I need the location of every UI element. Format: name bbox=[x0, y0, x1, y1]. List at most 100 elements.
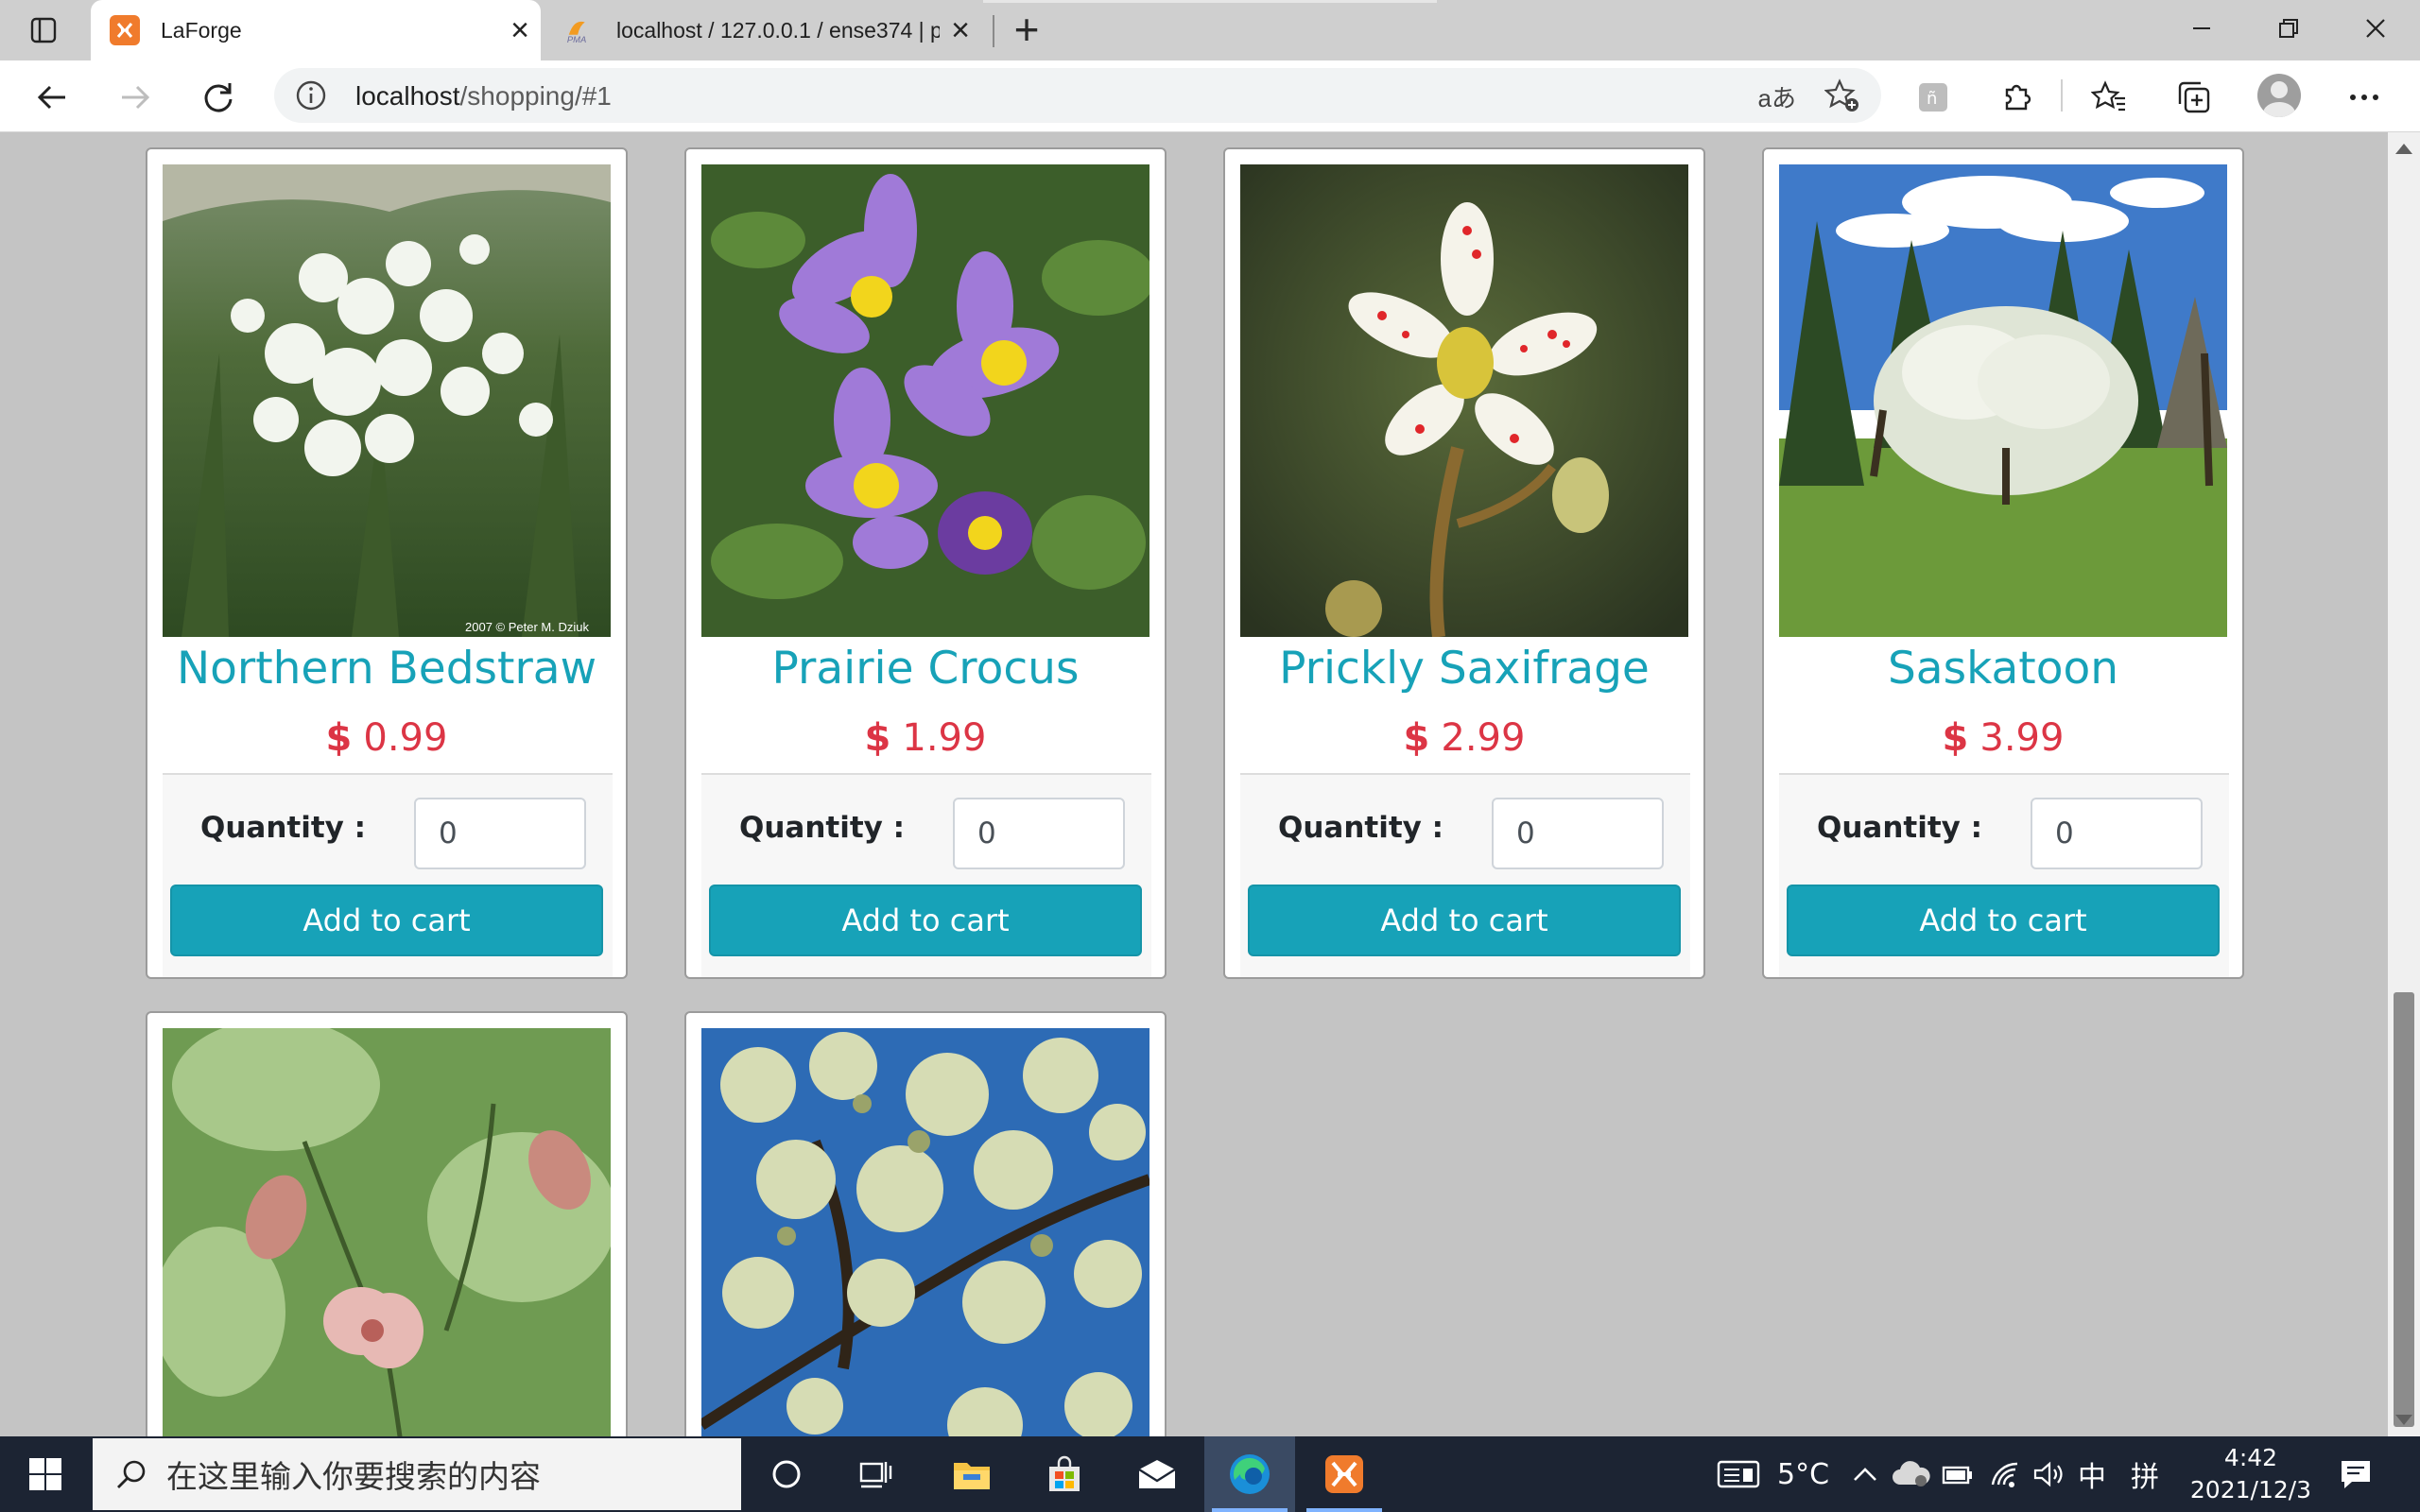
settings-more-button[interactable] bbox=[2341, 74, 2388, 121]
windows-logo-icon bbox=[29, 1458, 61, 1490]
site-info-icon[interactable] bbox=[295, 79, 327, 116]
clock-date: 2021/12/3 bbox=[2189, 1476, 2312, 1503]
product-name: Prairie Crocus bbox=[771, 643, 1080, 695]
scrollbar-thumb[interactable] bbox=[2394, 992, 2414, 1427]
battery-icon[interactable] bbox=[1942, 1436, 1974, 1512]
tab-divider bbox=[993, 15, 994, 47]
restore-button[interactable] bbox=[2246, 0, 2331, 57]
cortana-button[interactable] bbox=[741, 1436, 832, 1512]
currency-symbol: $ bbox=[864, 716, 891, 760]
reload-button[interactable] bbox=[195, 74, 242, 121]
extensions-button[interactable] bbox=[1993, 74, 2040, 121]
product-card: Saskatoon $3.99 Quantity : 0 Add to cart bbox=[1762, 147, 2244, 979]
add-to-cart-button[interactable]: Add to cart bbox=[1787, 885, 2220, 956]
product-image-prairie-crocus bbox=[701, 164, 1150, 637]
volume-icon[interactable] bbox=[2032, 1436, 2066, 1512]
ime-language-indicator[interactable]: 中 bbox=[2078, 1436, 2106, 1512]
product-name: Saskatoon bbox=[1887, 643, 2119, 695]
mail-button[interactable] bbox=[1112, 1436, 1202, 1512]
xampp-button[interactable] bbox=[1299, 1436, 1390, 1512]
store-bag-icon bbox=[1049, 1455, 1080, 1491]
xampp-icon bbox=[1325, 1455, 1363, 1493]
product-card: Prickly Saxifrage $2.99 Quantity : 0 Add… bbox=[1223, 147, 1705, 979]
onedrive-cloud-icon[interactable] bbox=[1893, 1436, 1930, 1512]
product-image-wolf-willow bbox=[701, 1028, 1150, 1436]
favorites-button[interactable] bbox=[2085, 74, 2133, 121]
file-explorer-button[interactable] bbox=[926, 1436, 1017, 1512]
product-price: $0.99 bbox=[147, 716, 626, 760]
currency-symbol: $ bbox=[1403, 716, 1430, 760]
windows-taskbar: 在这里输入你要搜索的内容 5°C 中 拼 4:42 2021/12/3 bbox=[0, 1436, 2420, 1512]
collections-button[interactable] bbox=[2170, 74, 2218, 121]
forward-button[interactable] bbox=[112, 74, 159, 121]
tab-title: localhost / 127.0.0.1 / ense374 | p bbox=[616, 17, 940, 43]
read-aloud-icon[interactable]: aあ bbox=[1758, 79, 1796, 114]
quantity-input[interactable]: 0 bbox=[953, 798, 1125, 869]
microsoft-store-button[interactable] bbox=[1019, 1436, 1110, 1512]
quantity-input[interactable]: 0 bbox=[2031, 798, 2203, 869]
price-value: 0.99 bbox=[363, 716, 448, 760]
xampp-favicon-icon bbox=[110, 15, 140, 45]
profile-avatar[interactable] bbox=[2257, 74, 2301, 117]
quantity-input[interactable]: 0 bbox=[414, 798, 586, 869]
start-button[interactable] bbox=[0, 1436, 91, 1512]
taskbar-search-box[interactable]: 在这里输入你要搜索的内容 bbox=[93, 1438, 741, 1510]
tab-laforge[interactable]: LaForge × bbox=[91, 0, 541, 60]
add-to-cart-button[interactable]: Add to cart bbox=[1248, 885, 1681, 956]
image-credit: 2007 © Peter M. Dziuk bbox=[465, 620, 589, 634]
news-widget-icon[interactable] bbox=[1717, 1436, 1760, 1512]
puzzle-icon bbox=[2005, 84, 2031, 111]
new-tab-button[interactable]: + bbox=[1002, 8, 1051, 53]
ime-mode-indicator[interactable]: 拼 bbox=[2131, 1436, 2159, 1512]
product-image-prickly-saxifrage bbox=[1240, 164, 1688, 637]
close-tab-icon[interactable]: × bbox=[499, 14, 541, 46]
wifi-icon[interactable] bbox=[1989, 1436, 2021, 1512]
product-price: $2.99 bbox=[1225, 716, 1703, 760]
add-favorite-icon[interactable] bbox=[1824, 77, 1860, 118]
arrow-right-icon bbox=[122, 85, 150, 110]
svg-text:PMA: PMA bbox=[567, 34, 586, 44]
weather-text[interactable]: 5°C bbox=[1777, 1436, 1829, 1512]
tab-actions-icon bbox=[30, 17, 57, 43]
product-card bbox=[146, 1011, 628, 1436]
page-viewport: 2007 © Peter M. Dziuk Northern Bedstraw … bbox=[0, 132, 2388, 1436]
product-image-saskatoon bbox=[1779, 164, 2227, 637]
quantity-label: Quantity : bbox=[1278, 811, 1444, 845]
scroll-down-icon[interactable] bbox=[2395, 1415, 2412, 1425]
collections-icon bbox=[2178, 81, 2210, 113]
phpmyadmin-favicon-icon: PMA bbox=[565, 15, 596, 45]
taskbar-clock[interactable]: 4:42 2021/12/3 bbox=[2170, 1442, 2331, 1506]
show-hidden-icons-icon[interactable] bbox=[1853, 1436, 1877, 1512]
back-button[interactable] bbox=[28, 74, 76, 121]
notifications-button[interactable] bbox=[2339, 1436, 2373, 1512]
product-price: $3.99 bbox=[1764, 716, 2242, 760]
address-bar[interactable]: localhost/shopping/#1 aあ bbox=[274, 68, 1881, 123]
close-window-button[interactable] bbox=[2333, 0, 2418, 57]
arrow-left-icon bbox=[37, 85, 65, 110]
tab-phpmyadmin[interactable]: PMA localhost / 127.0.0.1 / ense374 | p … bbox=[546, 0, 981, 60]
currency-symbol: $ bbox=[1942, 716, 1969, 760]
add-to-cart-button[interactable]: Add to cart bbox=[709, 885, 1142, 956]
url-path: /shopping/#1 bbox=[459, 81, 612, 111]
scroll-up-icon[interactable] bbox=[2395, 144, 2412, 154]
clock-time: 4:42 bbox=[2223, 1444, 2278, 1471]
price-value: 3.99 bbox=[1979, 716, 2065, 760]
extension-button[interactable]: ñ bbox=[1910, 74, 1957, 121]
edge-browser-icon bbox=[1230, 1454, 1270, 1494]
quantity-label: Quantity : bbox=[200, 811, 367, 845]
product-name: Prickly Saxifrage bbox=[1279, 643, 1650, 695]
folder-icon bbox=[954, 1463, 990, 1489]
add-to-cart-button[interactable]: Add to cart bbox=[170, 885, 603, 956]
task-view-icon bbox=[859, 1462, 892, 1488]
close-tab-icon[interactable]: × bbox=[940, 14, 981, 46]
minimize-icon bbox=[2193, 27, 2210, 29]
price-value: 1.99 bbox=[902, 716, 987, 760]
page-scrollbar[interactable] bbox=[2388, 132, 2420, 1436]
search-icon bbox=[117, 1460, 146, 1488]
tab-actions-button[interactable] bbox=[19, 11, 68, 49]
quantity-input[interactable]: 0 bbox=[1492, 798, 1664, 869]
search-placeholder: 在这里输入你要搜索的内容 bbox=[166, 1458, 541, 1495]
task-view-button[interactable] bbox=[832, 1436, 923, 1512]
edge-browser-button[interactable] bbox=[1204, 1436, 1295, 1512]
minimize-button[interactable] bbox=[2159, 0, 2244, 57]
